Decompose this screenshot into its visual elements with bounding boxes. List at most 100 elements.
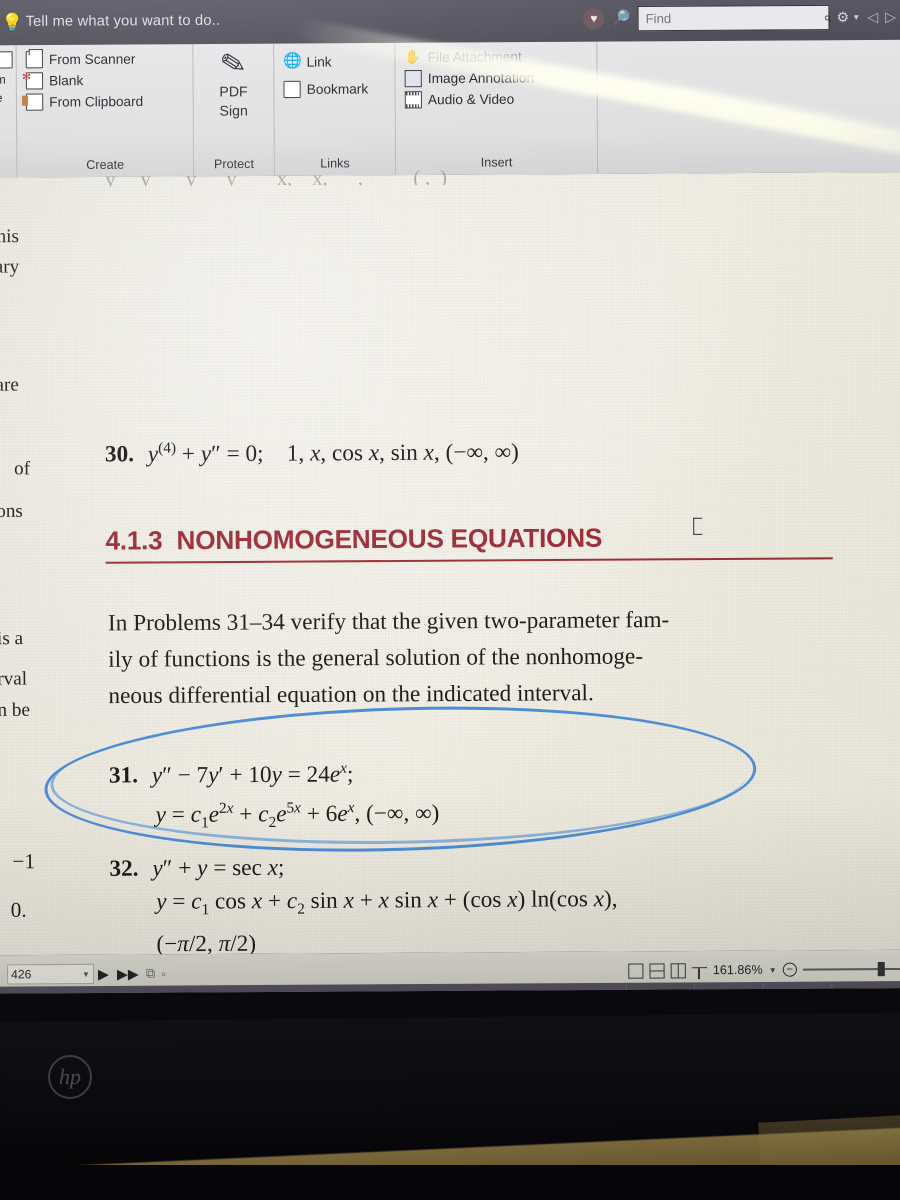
image-annotation-label: Image Annotation [427, 70, 535, 87]
tell-me-search-input[interactable]: Tell me what you want to do.. [25, 13, 220, 30]
problem-31: 31. y″ − 7y′ + 10y = 24ex; y = c1e2x + c… [109, 751, 440, 842]
left-fragment: 0. [10, 897, 27, 922]
problem-31-number: 31. [108, 762, 139, 788]
audio-video-button[interactable]: Audio & Video [396, 88, 597, 110]
link-label: Link [306, 54, 332, 70]
bookmark-page-icon [283, 80, 301, 99]
problem-32: 32. y″ + y = sec x; y = c1 cos x + c2 si… [109, 848, 617, 960]
document-icon [0, 51, 13, 69]
photo-dark-foreground [0, 1165, 900, 1200]
chevron-down-icon[interactable]: ▼ [82, 969, 90, 978]
sign-label: Sign [219, 102, 248, 119]
hp-brand-logo: hp [48, 1055, 92, 1099]
ribbon-empty-area [596, 39, 900, 174]
bookmark-button[interactable]: Bookmark [274, 78, 394, 100]
pdf-sign-button[interactable]: ✎ PDF Sign [193, 45, 273, 121]
ribbon-group-partial: m e [0, 45, 16, 177]
from-scanner-label: From Scanner [48, 51, 136, 68]
next-icon[interactable]: ▷ [885, 8, 896, 25]
view-mode-continuous[interactable] [649, 962, 665, 979]
left-fragment: his [0, 225, 20, 248]
problem-30-number: 30. [104, 441, 135, 467]
view-mode-single-page[interactable] [627, 962, 644, 979]
problem-32-line2: y = c1 cos x + c2 sin x + x sin x + (cos… [156, 885, 618, 919]
zoom-slider[interactable] [802, 962, 900, 977]
file-attachment-button[interactable]: ✋ File Attachment [395, 46, 596, 68]
search-icon[interactable]: ⌕ [823, 8, 831, 25]
blank-label: Blank [49, 73, 84, 89]
left-fragment: are [0, 374, 19, 396]
partial-label-m: m [0, 72, 6, 87]
clipboard-icon [25, 93, 44, 111]
find-box[interactable]: ⌕ [637, 4, 831, 31]
page-number-input[interactable]: 426 ▼ [7, 963, 95, 985]
page-thumbnail-icon[interactable]: ⧉ [143, 965, 159, 981]
command-bar: 💡 Tell me what you want to do.. ♥ 🔎 ⌕ ⚙ … [0, 0, 900, 46]
ribbon-group-insert: ✋ File Attachment Image Annotation Audio… [394, 41, 598, 176]
pdf-label: PDF [219, 83, 248, 100]
ribbon-toolbar: m e From Scanner Blank From Clipboard Cr… [0, 39, 900, 178]
from-clipboard-button[interactable]: From Clipboard [17, 91, 193, 113]
previous-icon[interactable]: ◁ [867, 8, 878, 25]
photo-of-laptop-screen: 💡 Tell me what you want to do.. ♥ 🔎 ⌕ ⚙ … [0, 0, 900, 1200]
pdf-page-canvas[interactable]: his ary are of ons is a rval n be −1 0. … [0, 167, 900, 994]
lightbulb-icon: 💡 [1, 12, 24, 32]
zoom-out-button[interactable]: − [782, 962, 797, 977]
blank-page-icon [25, 72, 44, 90]
attachment-icon: ✋ [404, 48, 421, 65]
find-page-icon[interactable]: 🔎 [612, 9, 631, 27]
left-fragment: ary [0, 256, 20, 278]
bookmark-label: Bookmark [306, 81, 369, 97]
ribbon-group-create: From Scanner Blank From Clipboard Create [15, 44, 194, 178]
zoom-level-value: 161.86% [712, 962, 763, 978]
left-fragment: n be [0, 699, 30, 721]
left-fragment: −1 [12, 849, 36, 874]
globe-link-icon: 🌐 [283, 52, 303, 70]
problem-32-line3: (−π/2, π/2) [156, 930, 257, 956]
image-annotation-icon [404, 69, 422, 88]
laptop-screen: 💡 Tell me what you want to do.. ♥ 🔎 ⌕ ⚙ … [0, 0, 900, 994]
view-mode-facing[interactable] [670, 962, 686, 978]
partial-label-e: e [0, 90, 3, 105]
left-fragment: is a [0, 627, 24, 650]
left-fragment: ons [0, 500, 23, 523]
chevron-down-icon[interactable]: ▼ [769, 965, 777, 974]
ribbon-group-links: 🌐 Link Bookmark Links [273, 42, 396, 176]
page-number-value: 426 [11, 967, 32, 982]
link-button[interactable]: 🌐 Link [274, 51, 394, 73]
image-annotation-button[interactable]: Image Annotation [395, 67, 596, 89]
section-underline [105, 557, 833, 564]
problem-31-line1: y″ − 7y′ + 10y = 24ex; [151, 759, 354, 788]
problem-30-equation: y(4) + y″ = 0; 1, x, cos x, sin x, (−∞, … [147, 438, 519, 467]
view-mode-split[interactable] [691, 963, 707, 980]
section-number: 4.1.3 [105, 525, 163, 556]
audio-video-label: Audio & Video [427, 91, 515, 108]
pen-sign-icon: ✎ [217, 45, 250, 84]
left-fragment: rval [0, 668, 28, 690]
problem-31-line2: y = c1e2x + c2e5x + 6ex, (−∞, ∞) [155, 799, 440, 832]
section-heading: 4.1.3 NONHOMOGENEOUS EQUATIONS [105, 522, 602, 556]
zoom-slider-handle[interactable] [877, 962, 885, 977]
problem-30: 30. y(4) + y″ = 0; 1, x, cos x, sin x, (… [105, 437, 519, 467]
section-title: NONHOMOGENEOUS EQUATIONS [176, 522, 603, 556]
file-attachment-label: File Attachment [427, 49, 522, 65]
problem-32-line1: y″ + y = sec x; [152, 854, 285, 881]
film-icon [404, 91, 422, 109]
text-select-cursor [693, 517, 703, 535]
favorite-heart-icon[interactable]: ♥ [583, 7, 605, 30]
from-scanner-button[interactable]: From Scanner [17, 48, 193, 70]
gear-icon[interactable]: ⚙ [836, 8, 849, 25]
instructions-paragraph: In Problems 31–34 verify that the given … [107, 606, 670, 709]
ribbon-group-protect: ✎ PDF Sign Protect [192, 43, 274, 177]
blank-button[interactable]: Blank [17, 69, 193, 91]
problem-32-number: 32. [109, 855, 139, 881]
next-page-button[interactable]: ▶ [94, 965, 113, 982]
snapshot-icon[interactable]: ▫ [158, 966, 169, 981]
find-input[interactable] [645, 9, 824, 26]
scanner-icon [25, 51, 43, 69]
left-fragment: of [14, 458, 31, 480]
clipped-previous-line: y y y y x, x, , ( , ) [85, 166, 448, 188]
from-clipboard-label: From Clipboard [49, 93, 144, 110]
chevron-down-icon[interactable]: ▼ [852, 12, 860, 21]
last-page-button[interactable]: ▶▶ [113, 965, 143, 982]
